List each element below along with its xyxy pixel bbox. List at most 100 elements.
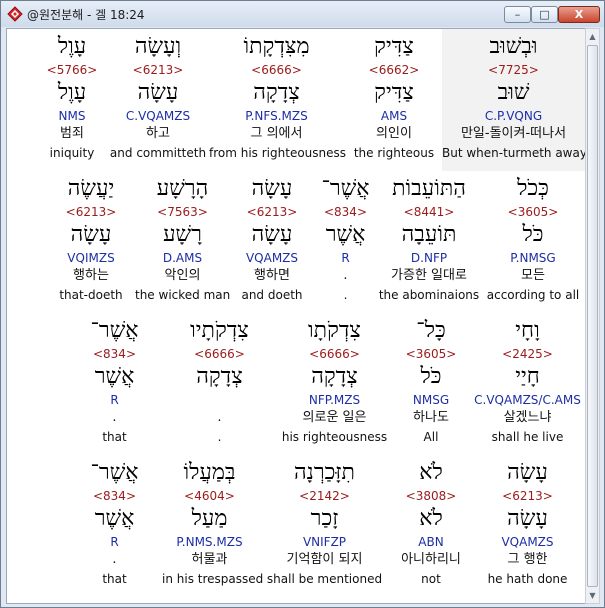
word-cell[interactable]: וָחָי <2425> חָיַי C.VQAMZS/C.AMS 살겠느냐 shall …: [470, 313, 585, 455]
korean-gloss: .: [112, 552, 117, 567]
strong-number: <3605>: [507, 205, 559, 219]
parsing-code: NFP.MZS: [308, 393, 361, 407]
parsing-code: D.NFP: [410, 251, 448, 265]
minimize-button[interactable]: –: [504, 6, 531, 23]
korean-gloss: 그 행한: [507, 552, 548, 567]
word-cell[interactable]: מִצִּדְקָתוֹ <6666> צְדָקָה P.NFS.MZS 그 의에서 f…: [209, 29, 346, 171]
word-cell[interactable]: אֲשֶׁר־ <834> אֲשֶׁר R. that: [67, 455, 162, 597]
hebrew-word: עָשָׂה: [507, 460, 548, 485]
word-cell[interactable]: וְעָשָׂה <6213> עָשָׂה C.VQAMZS 하고 and commit…: [107, 29, 209, 171]
parsing-code: ABN: [418, 535, 444, 549]
korean-gloss: .: [343, 268, 348, 283]
hebrew-word: אֲשֶׁר־: [90, 460, 139, 485]
hebrew-word: מִצִּדְקָתוֹ: [243, 34, 310, 59]
title-bar[interactable]: @원전분해 - 겔 18:24 – □ X: [1, 1, 604, 27]
hebrew-lemma: תּוֹעֵבָה: [401, 222, 457, 247]
hebrew-lemma: עָשָׂה: [137, 80, 179, 105]
hebrew-lemma: עָשָׂה: [507, 506, 548, 531]
parsing-code: NMSG: [412, 393, 450, 407]
hebrew-lemma: כֹּל: [522, 222, 544, 247]
hebrew-word: בְּמַעֲלוֹ: [183, 460, 236, 485]
english-gloss: and doeth: [241, 288, 303, 302]
strong-number: <834>: [92, 489, 136, 503]
strong-number: <8441>: [403, 205, 455, 219]
word-cell[interactable]: הַתּוֹעֵבוֹת <8441> תּוֹעֵבָה D.NFP 가증한 일대로 t…: [377, 171, 481, 313]
hebrew-lemma: אֲשֶׁר: [94, 506, 135, 531]
strong-number: <6666>: [309, 347, 360, 361]
word-cell[interactable]: צַדִּיק <6662> צַדִּיק AMS 의인이 the righteous: [344, 29, 444, 171]
parsing-code: C.VQAMZS: [125, 109, 191, 123]
word-cell[interactable]: כְּכֹל <3605> כֹּל P.NMSG 모든 according to all: [481, 171, 585, 313]
english-gloss: shall he live: [491, 430, 564, 444]
word-cell[interactable]: עָוֶל <5766> עָוֶל NMS 범죄 iniquity: [37, 29, 107, 171]
parsing-code: VQAMZS: [501, 535, 554, 549]
word-cell[interactable]: לֹא <3808> לֹא ABN 아니하리니 not: [392, 455, 470, 597]
hebrew-lemma: עָוֶל: [57, 80, 87, 105]
hebrew-lemma: עָשָׂה: [70, 222, 112, 247]
english-gloss: that: [102, 572, 127, 586]
scroll-down-icon[interactable]: ▼: [587, 589, 598, 602]
hebrew-lemma: רָשָׁע: [163, 222, 202, 247]
hebrew-word: אֲשֶׁר־: [90, 318, 139, 343]
parsing-code: NMS: [58, 109, 86, 123]
word-cell[interactable]: אֲשֶׁר־ <834> אֲשֶׁר R. that: [67, 313, 162, 455]
scroll-thumb[interactable]: [587, 45, 598, 587]
hebrew-word: עָשָׂה: [251, 176, 293, 201]
word-cell[interactable]: בְּמַעֲלוֹ <4604> מַעַל P.NMS.MZS 허물과 in his …: [162, 455, 263, 597]
korean-gloss: 살겠느냐: [503, 410, 552, 425]
hebrew-word: וְעָשָׂה: [134, 34, 182, 59]
hebrew-lemma: עָשָׂה: [251, 222, 293, 247]
vertical-scrollbar[interactable]: ▲ ▼: [585, 28, 600, 604]
english-gloss: the abominaions: [378, 288, 480, 302]
hebrew-word: וּבְשׁוּב: [489, 34, 538, 59]
hebrew-lemma: צְדָקָה: [253, 80, 300, 105]
korean-gloss: 그 의에서: [250, 126, 303, 141]
hebrew-lemma: אֲשֶׁר: [325, 222, 366, 247]
word-cell[interactable]: הָרָשָׁע <7563> רָשָׁע D.AMS 악인의 the wicked m…: [135, 171, 230, 313]
parsing-code: P.NMSG: [510, 251, 556, 265]
word-cell[interactable]: וּבְשׁוּב <7725> שׁוּב C.P.VQNG 만일-돌이켜-떠나서 Bu…: [442, 29, 585, 171]
hebrew-lemma: צְדָקָה: [196, 364, 243, 389]
hebrew-word: אֲשֶׁר־: [321, 176, 370, 201]
strong-number: <7563>: [157, 205, 208, 219]
korean-gloss: 기억함이 되지: [286, 552, 363, 567]
strong-number: <834>: [92, 347, 136, 361]
word-cell[interactable]: כָּל־ <3605> כֹּל NMSG 하나도 All: [392, 313, 470, 455]
parsing-code: P.NMS.MZS: [176, 535, 243, 549]
word-cell[interactable]: יַעֲשֶׂה <6213> עָשָׂה VQIMZS 행하는 that-doeth: [47, 171, 135, 313]
window-title: @원전분해 - 겔 18:24: [27, 8, 145, 22]
hebrew-lemma: אֲשֶׁר: [94, 364, 135, 389]
word-cell[interactable]: עָשָׂה <6213> עָשָׂה VQAMZS 행하면 and doeth: [230, 171, 314, 313]
scroll-up-icon[interactable]: ▲: [587, 30, 598, 43]
english-gloss: that: [102, 430, 127, 444]
strong-number: <7725>: [488, 63, 539, 77]
korean-gloss: 행하는: [73, 268, 109, 283]
hebrew-word: כְּכֹל: [517, 176, 549, 201]
close-button[interactable]: X: [558, 6, 600, 23]
korean-gloss: 악인의: [164, 268, 201, 283]
strong-number: <6666>: [251, 63, 302, 77]
parsing-code: C.VQAMZS/C.AMS: [474, 393, 581, 407]
word-cell[interactable]: צִדְקֹתָיו <6666> צְדָקָה..: [162, 313, 277, 455]
strong-number: <6662>: [368, 63, 420, 77]
maximize-button[interactable]: □: [531, 6, 558, 23]
strong-number: <2142>: [299, 489, 350, 503]
hebrew-lemma: לֹא: [419, 506, 443, 531]
strong-number: <3605>: [405, 347, 457, 361]
word-cell[interactable]: צִדְקֹתָו <6666> צְדָקָה NFP.MZS 의로운 일은 his r…: [277, 313, 392, 455]
hebrew-lemma: כֹּל: [420, 364, 442, 389]
korean-gloss: 하나도: [413, 410, 449, 425]
parsing-code: P.NFS.MZS: [245, 109, 308, 123]
strong-number: <3808>: [405, 489, 457, 503]
hebrew-word: עָוֶל: [57, 34, 87, 59]
word-cell[interactable]: תִזָּכַרְנָה <2142> זָכַר VNIFZP 기억함이 되지 shal…: [257, 455, 392, 597]
hebrew-word: צִדְקֹתָו: [308, 318, 361, 343]
english-gloss: .: [217, 430, 222, 444]
korean-gloss: 하고: [146, 126, 170, 141]
korean-gloss: 행하면: [254, 268, 290, 283]
word-cell[interactable]: אֲשֶׁר־ <834> אֲשֶׁר R..: [314, 171, 377, 313]
word-cell[interactable]: עָשָׂה <6213> עָשָׂה VQAMZS 그 행한 he hath done: [470, 455, 585, 597]
korean-gloss: 범죄: [60, 126, 84, 141]
english-gloss: not: [421, 572, 441, 586]
strong-number: <6213>: [246, 205, 298, 219]
